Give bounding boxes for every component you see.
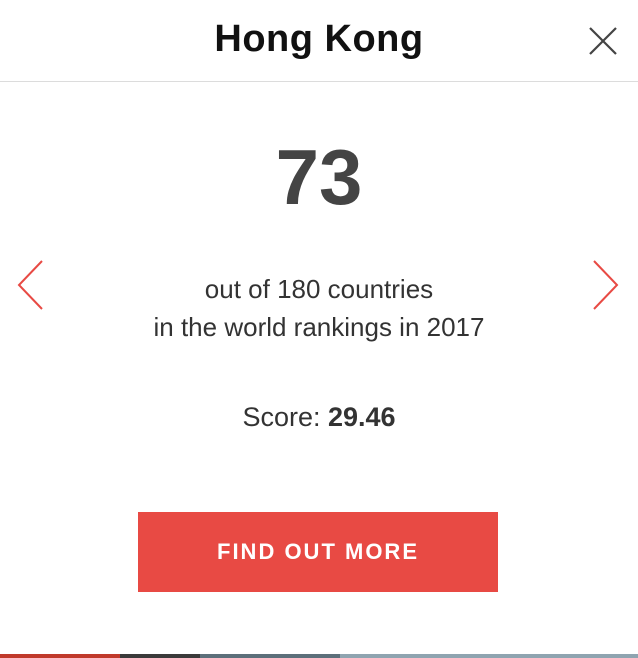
- footer-strip: [0, 654, 638, 658]
- find-out-more-button[interactable]: FIND OUT MORE: [138, 512, 498, 592]
- rank-description-line-2: in the world rankings in 2017: [153, 312, 485, 342]
- country-ranking-modal: Hong Kong 73 out of 180 countries in the…: [0, 0, 638, 658]
- footer-segment: [340, 654, 638, 658]
- footer-segment: [200, 654, 340, 658]
- score-text: Score: 29.46: [0, 402, 638, 433]
- close-button[interactable]: [586, 24, 620, 58]
- score-label: Score:: [242, 402, 328, 432]
- modal-header: Hong Kong: [0, 0, 638, 82]
- rank-description-line-1: out of 180 countries: [204, 274, 434, 304]
- footer-segment: [120, 654, 200, 658]
- score-value: 29.46: [327, 402, 396, 432]
- country-title: Hong Kong: [214, 18, 424, 60]
- rank-description: out of 180 countries in the world rankin…: [0, 270, 638, 346]
- footer-segment: [0, 654, 120, 658]
- rank-number: 73: [275, 133, 363, 221]
- close-icon: [589, 27, 617, 55]
